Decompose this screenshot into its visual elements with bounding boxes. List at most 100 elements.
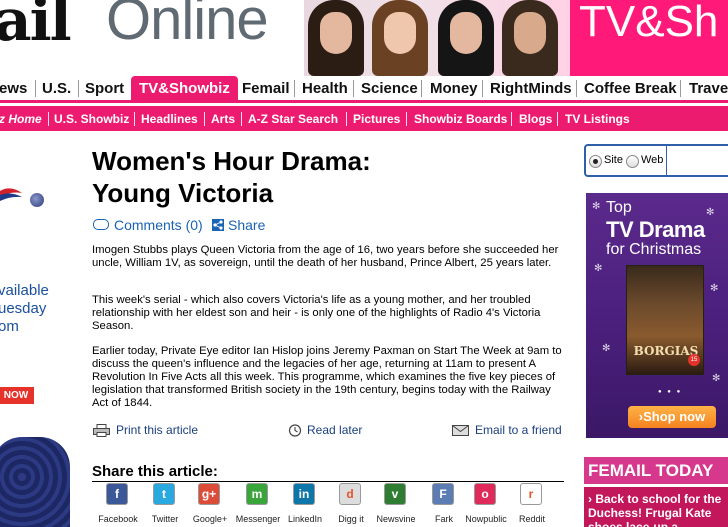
celebrity-photo xyxy=(436,0,496,76)
femail-today-heading[interactable]: FEMAIL TODAY xyxy=(584,457,728,484)
shop-now-button[interactable]: ›Shop now xyxy=(628,406,716,428)
subnav-item-home[interactable]: z Home xyxy=(0,112,42,126)
nav-divider xyxy=(680,80,681,97)
printer-icon[interactable] xyxy=(93,424,110,437)
advert-text: om xyxy=(0,318,19,335)
linkedin-icon[interactable]: in xyxy=(293,483,315,505)
article-title-line: Women's Hour Drama: xyxy=(92,146,371,176)
search-web-label: Web xyxy=(641,154,664,166)
twitter-icon[interactable]: t xyxy=(153,483,175,505)
facebook-icon[interactable]: f xyxy=(106,483,128,505)
advert-text: vailable xyxy=(0,282,49,299)
share-label[interactable]: Newsvine xyxy=(370,514,422,524)
search-box: Site Web xyxy=(584,144,728,177)
advert-product-image xyxy=(0,437,70,527)
nav-divider xyxy=(35,80,36,97)
snowflake-icon: ✻ xyxy=(592,201,601,212)
femail-story-link[interactable]: › Back to school for the Duchess! Frugal… xyxy=(588,492,728,527)
share-link[interactable]: Share xyxy=(228,217,265,233)
clock-icon[interactable] xyxy=(288,424,305,437)
subnav-divider xyxy=(134,112,135,126)
subnav-item-us-showbiz[interactable]: U.S. Showbiz xyxy=(54,112,129,126)
nav-item-health[interactable]: Health xyxy=(302,80,348,97)
share-google-plus-button[interactable]: g+ Google+ xyxy=(184,483,236,527)
snowflake-icon: ✻ xyxy=(706,207,715,218)
nav-item-travel[interactable]: Trave xyxy=(689,80,728,97)
search-site-radio[interactable] xyxy=(589,155,602,168)
share-label[interactable]: LinkedIn xyxy=(279,514,331,524)
share-heading: Share this article: xyxy=(92,463,218,480)
comment-bubble-icon[interactable] xyxy=(93,219,109,230)
nav-item-money[interactable]: Money xyxy=(430,80,478,97)
celebrity-photo xyxy=(306,0,366,76)
share-messenger-button[interactable]: m Messenger xyxy=(232,483,284,527)
article-paragraph: This week's serial - which also covers V… xyxy=(92,294,541,332)
email-friend-link[interactable]: Email to a friend xyxy=(475,423,562,437)
share-label[interactable]: Google+ xyxy=(184,514,236,524)
logo-online[interactable]: Online xyxy=(106,0,269,53)
nav-divider xyxy=(482,80,483,97)
subnav-item-az-star-search[interactable]: A-Z Star Search xyxy=(248,112,338,126)
search-web-radio[interactable] xyxy=(626,155,639,168)
airline-globe-icon xyxy=(30,193,44,207)
share-newsvine-button[interactable]: v Newsvine xyxy=(370,483,422,527)
share-reddit-button[interactable]: r Reddit xyxy=(506,483,558,527)
nav-item-rightminds[interactable]: RightMinds xyxy=(490,80,572,97)
share-label[interactable]: Facebook xyxy=(92,514,144,524)
envelope-icon[interactable] xyxy=(452,424,469,437)
share-label[interactable]: Messenger xyxy=(232,514,284,524)
nav-divider xyxy=(294,80,295,97)
femail-story-teaser[interactable]: › Back to school for the Duchess! Frugal… xyxy=(584,487,728,527)
digg-icon[interactable]: d xyxy=(339,483,361,505)
subnav-item-showbiz-boards[interactable]: Showbiz Boards xyxy=(414,112,507,126)
comments-link[interactable]: Comments (0) xyxy=(114,217,203,233)
subnav-divider xyxy=(241,112,242,126)
subnav-item-pictures[interactable]: Pictures xyxy=(353,112,400,126)
section-title[interactable]: TV&Sh xyxy=(579,0,718,47)
nav-item-science[interactable]: Science xyxy=(361,80,418,97)
subnav-item-arts[interactable]: Arts xyxy=(211,112,235,126)
nowpublic-icon[interactable]: o xyxy=(474,483,496,505)
share-label[interactable]: Nowpublic xyxy=(460,514,512,524)
snowflake-icon: ✻ xyxy=(712,373,721,384)
share-nowpublic-button[interactable]: o Nowpublic xyxy=(460,483,512,527)
print-article-link[interactable]: Print this article xyxy=(116,423,198,437)
fark-icon[interactable]: F xyxy=(432,483,454,505)
article-tools: Print this article Read later Email to a… xyxy=(92,423,566,439)
share-label[interactable]: Reddit xyxy=(506,514,558,524)
google-plus-icon[interactable]: g+ xyxy=(198,483,220,505)
advert-now-badge[interactable]: NOW xyxy=(0,387,34,404)
nav-item-femail[interactable]: Femail xyxy=(242,80,290,97)
carousel-dots[interactable]: ● ● ● xyxy=(658,389,682,395)
left-advert[interactable]: vailable uesday om NOW xyxy=(0,141,72,527)
promo-heading: Top xyxy=(606,199,632,216)
snowflake-icon: ✻ xyxy=(602,343,611,354)
article-paragraph: Earlier today, Private Eye editor Ian Hi… xyxy=(92,345,562,409)
article-paragraph: Imogen Stubbs plays Queen Victoria from … xyxy=(92,244,559,269)
subnav-item-headlines[interactable]: Headlines xyxy=(141,112,198,126)
nav-divider xyxy=(78,80,79,97)
subnav-item-blogs[interactable]: Blogs xyxy=(519,112,552,126)
celebrity-photo xyxy=(500,0,560,76)
read-later-link[interactable]: Read later xyxy=(307,423,362,437)
share-facebook-button[interactable]: f Facebook xyxy=(92,483,144,527)
newsvine-icon[interactable]: v xyxy=(384,483,406,505)
nav-item-coffee-break[interactable]: Coffee Break xyxy=(584,80,677,97)
nav-item-news[interactable]: ews xyxy=(0,80,27,97)
nav-item-us[interactable]: U.S. xyxy=(42,80,71,97)
dvd-cover-image[interactable]: BORGIAS 15 xyxy=(626,265,704,375)
divider xyxy=(92,481,564,482)
messenger-icon[interactable]: m xyxy=(246,483,268,505)
subnav-divider xyxy=(511,112,512,126)
airline-logo-icon xyxy=(0,188,22,201)
nav-item-sport[interactable]: Sport xyxy=(85,80,124,97)
article-title-line: Young Victoria xyxy=(92,178,274,208)
subnav-item-tv-listings[interactable]: TV Listings xyxy=(565,112,630,126)
tv-drama-promo[interactable]: ✻ ✻ ✻ ✻ ✻ ✻ Top TV Drama for Christmas B… xyxy=(586,193,728,438)
nav-item-tv-showbiz[interactable]: TV&Showbiz xyxy=(131,76,238,100)
share-icon[interactable] xyxy=(212,219,224,231)
share-linkedin-button[interactable]: in LinkedIn xyxy=(279,483,331,527)
reddit-icon[interactable]: r xyxy=(520,483,542,505)
nav-divider xyxy=(353,80,354,97)
logo-mail[interactable]: ail xyxy=(0,0,72,54)
